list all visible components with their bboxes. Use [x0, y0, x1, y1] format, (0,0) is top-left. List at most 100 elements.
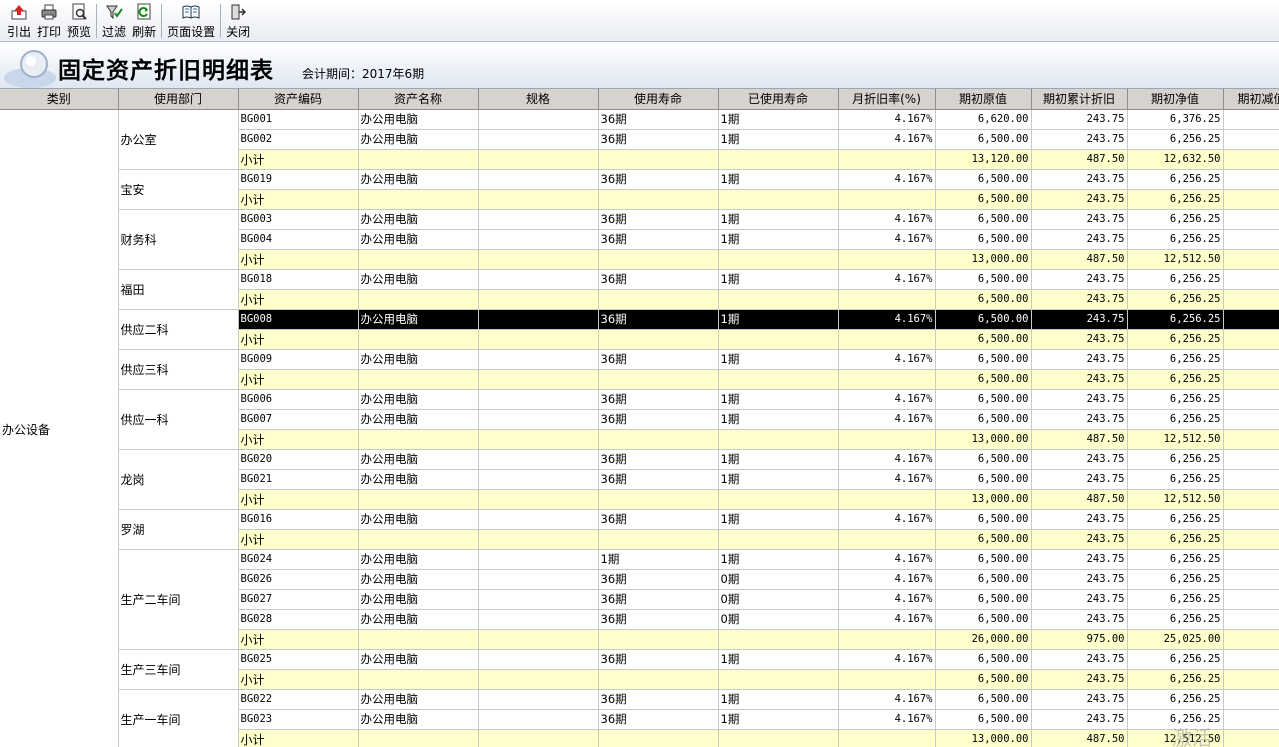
opening-net-cell: 6,256.25 — [1127, 649, 1224, 670]
opening-accum-depr-cell: 243.75 — [1031, 169, 1128, 190]
column-header[interactable]: 期初原值 — [935, 89, 1032, 110]
column-header-row: 类别 使用部门 资产编码 资产名称 规格 使用寿命 已使用寿命 月折旧率(%) 期初原值 期初累计… — [0, 89, 1279, 110]
subtotal-empty-cell — [718, 489, 839, 510]
column-header[interactable]: 期初净值 — [1127, 89, 1224, 110]
spec-cell — [478, 609, 599, 630]
column-header[interactable]: 期初累计折旧 — [1031, 89, 1128, 110]
table-row[interactable]: 供应三科 BG009 办公用电脑 36期 1期 4.167% 6,500.00 243.75 6… — [0, 349, 1279, 390]
opening-net-cell: 6,256.25 — [1127, 609, 1224, 630]
accounting-period: 会计期间：2017年6期 — [302, 67, 425, 81]
opening-cost-cell: 6,500.00 — [935, 389, 1032, 410]
asset-name-cell: 办公用电脑 — [358, 709, 479, 730]
column-header[interactable]: 使用寿命 — [598, 89, 719, 110]
monthly-rate-cell: 4.167% — [838, 129, 936, 150]
opening-cost-cell: 6,500.00 — [935, 509, 1032, 530]
refresh-button[interactable]: 刷新 — [129, 0, 159, 40]
used-life-cell: 0期 — [718, 609, 839, 630]
opening-cost-cell: 6,500.00 — [935, 129, 1032, 150]
opening-impairment-cell — [1223, 649, 1279, 670]
subtotal-label: 小计 — [238, 429, 359, 450]
table-row[interactable]: 供应一科 BG006 办公用电脑 36期 1期 4.167% 6,500.00 243.75 6… — [0, 389, 1279, 450]
asset-code-cell: BG002 — [238, 129, 359, 150]
used-life-cell: 1期 — [718, 349, 839, 370]
asset-name-cell: 办公用电脑 — [358, 109, 479, 130]
opening-net-cell: 6,256.25 — [1127, 209, 1224, 230]
table-row[interactable]: 生产三车间 BG025 办公用电脑 36期 1期 4.167% 6,500.00 243.75… — [0, 649, 1279, 690]
table-row[interactable]: 生产二车间 BG024 办公用电脑 1期 1期 4.167% 6,500.00 243.75 6… — [0, 549, 1279, 650]
close-button[interactable]: 关闭 — [223, 0, 253, 40]
subtotal-empty-cell — [358, 629, 479, 650]
opening-cost-cell: 6,500.00 — [935, 269, 1032, 290]
magnifier-logo-icon — [4, 50, 56, 88]
subtotal-empty-cell — [838, 429, 936, 450]
asset-name-cell: 办公用电脑 — [358, 689, 479, 710]
preview-icon — [72, 3, 87, 20]
asset-code-cell: BG021 — [238, 469, 359, 490]
department-cell: 供应二科 — [118, 309, 239, 350]
opening-impairment-cell — [1223, 269, 1279, 290]
subtotal-empty-cell — [838, 629, 936, 650]
spec-cell — [478, 509, 599, 530]
column-header[interactable]: 资产名称 — [358, 89, 479, 110]
column-header[interactable]: 月折旧率(%) — [838, 89, 936, 110]
spec-cell — [478, 689, 599, 710]
subtotal-empty-cell — [358, 729, 479, 747]
subtotal-opening-accum-depr: 487.50 — [1031, 729, 1128, 747]
print-button[interactable]: 打印 — [34, 0, 64, 40]
asset-name-cell: 办公用电脑 — [358, 229, 479, 250]
preview-button[interactable]: 预览 — [64, 0, 94, 40]
opening-cost-cell: 6,500.00 — [935, 709, 1032, 730]
table-row[interactable]: 宝安 BG019 办公用电脑 36期 1期 4.167% 6,500.00 243.75 6,2… — [0, 169, 1279, 210]
subtotal-impairment-cell — [1223, 289, 1279, 310]
filter-button[interactable]: 过滤 — [99, 0, 129, 40]
opening-net-cell: 6,376.25 — [1127, 109, 1224, 130]
opening-accum-depr-cell: 243.75 — [1031, 509, 1128, 530]
opening-net-cell: 6,256.25 — [1127, 509, 1224, 530]
column-header[interactable]: 期初减值 — [1223, 89, 1279, 110]
column-header[interactable]: 使用部门 — [118, 89, 239, 110]
subtotal-empty-cell — [598, 529, 719, 550]
asset-name-cell: 办公用电脑 — [358, 469, 479, 490]
subtotal-empty-cell — [478, 289, 599, 310]
opening-cost-cell: 6,500.00 — [935, 649, 1032, 670]
subtotal-label: 小计 — [238, 329, 359, 350]
table-row[interactable]: 福田 BG018 办公用电脑 36期 1期 4.167% 6,500.00 243.75 6,2… — [0, 269, 1279, 310]
export-button[interactable]: 引出 — [4, 0, 34, 40]
column-header[interactable]: 类别 — [0, 89, 119, 110]
table-row[interactable]: 生产一车间 BG022 办公用电脑 36期 1期 4.167% 6,500.00 243.75… — [0, 689, 1279, 747]
column-header[interactable]: 已使用寿命 — [718, 89, 839, 110]
subtotal-opening-cost: 13,000.00 — [935, 729, 1032, 747]
table-row[interactable]: 供应二科 BG008 办公用电脑 36期 1期 4.167% 6,500.00 243.75 6… — [0, 309, 1279, 350]
table-row[interactable]: 罗湖 BG016 办公用电脑 36期 1期 4.167% 6,500.00 243.75 6,2… — [0, 509, 1279, 550]
opening-net-cell: 6,256.25 — [1127, 709, 1224, 730]
page-title: 固定资产折旧明细表 — [58, 57, 274, 84]
useful-life-cell: 36期 — [598, 209, 719, 230]
column-header[interactable]: 规格 — [478, 89, 599, 110]
useful-life-cell: 36期 — [598, 129, 719, 150]
opening-net-cell: 6,256.25 — [1127, 549, 1224, 570]
subtotal-opening-accum-depr: 243.75 — [1031, 289, 1128, 310]
depreciation-grid[interactable]: 类别 使用部门 资产编码 资产名称 规格 使用寿命 已使用寿命 月折旧率(%) 期初原值 期初累计… — [0, 89, 1279, 747]
opening-impairment-cell — [1223, 129, 1279, 150]
table-row[interactable]: 办公设备 办公室 BG001 办公用电脑 36期 1期 4.167% 6,620.00 243.… — [0, 109, 1279, 747]
subtotal-opening-net: 6,256.25 — [1127, 289, 1224, 310]
subtotal-impairment-cell — [1223, 329, 1279, 350]
asset-code-cell: BG007 — [238, 409, 359, 430]
opening-impairment-cell — [1223, 709, 1279, 730]
subtotal-empty-cell — [358, 529, 479, 550]
department-cell: 龙岗 — [118, 449, 239, 510]
subtotal-empty-cell — [718, 669, 839, 690]
monthly-rate-cell: 4.167% — [838, 389, 936, 410]
asset-name-cell: 办公用电脑 — [358, 569, 479, 590]
useful-life-cell: 36期 — [598, 269, 719, 290]
column-header[interactable]: 资产编码 — [238, 89, 359, 110]
subtotal-opening-net: 12,512.50 — [1127, 729, 1224, 747]
page-setup-button[interactable]: 页面设置 — [164, 0, 218, 40]
department-cell: 供应三科 — [118, 349, 239, 390]
table-row[interactable]: 龙岗 BG020 办公用电脑 36期 1期 4.167% 6,500.00 243.75 6,2… — [0, 449, 1279, 510]
table-row[interactable]: 财务科 BG003 办公用电脑 36期 1期 4.167% 6,500.00 243.75 6,… — [0, 209, 1279, 270]
opening-accum-depr-cell: 243.75 — [1031, 129, 1128, 150]
monthly-rate-cell: 4.167% — [838, 169, 936, 190]
department-cell: 宝安 — [118, 169, 239, 210]
spec-cell — [478, 109, 599, 130]
